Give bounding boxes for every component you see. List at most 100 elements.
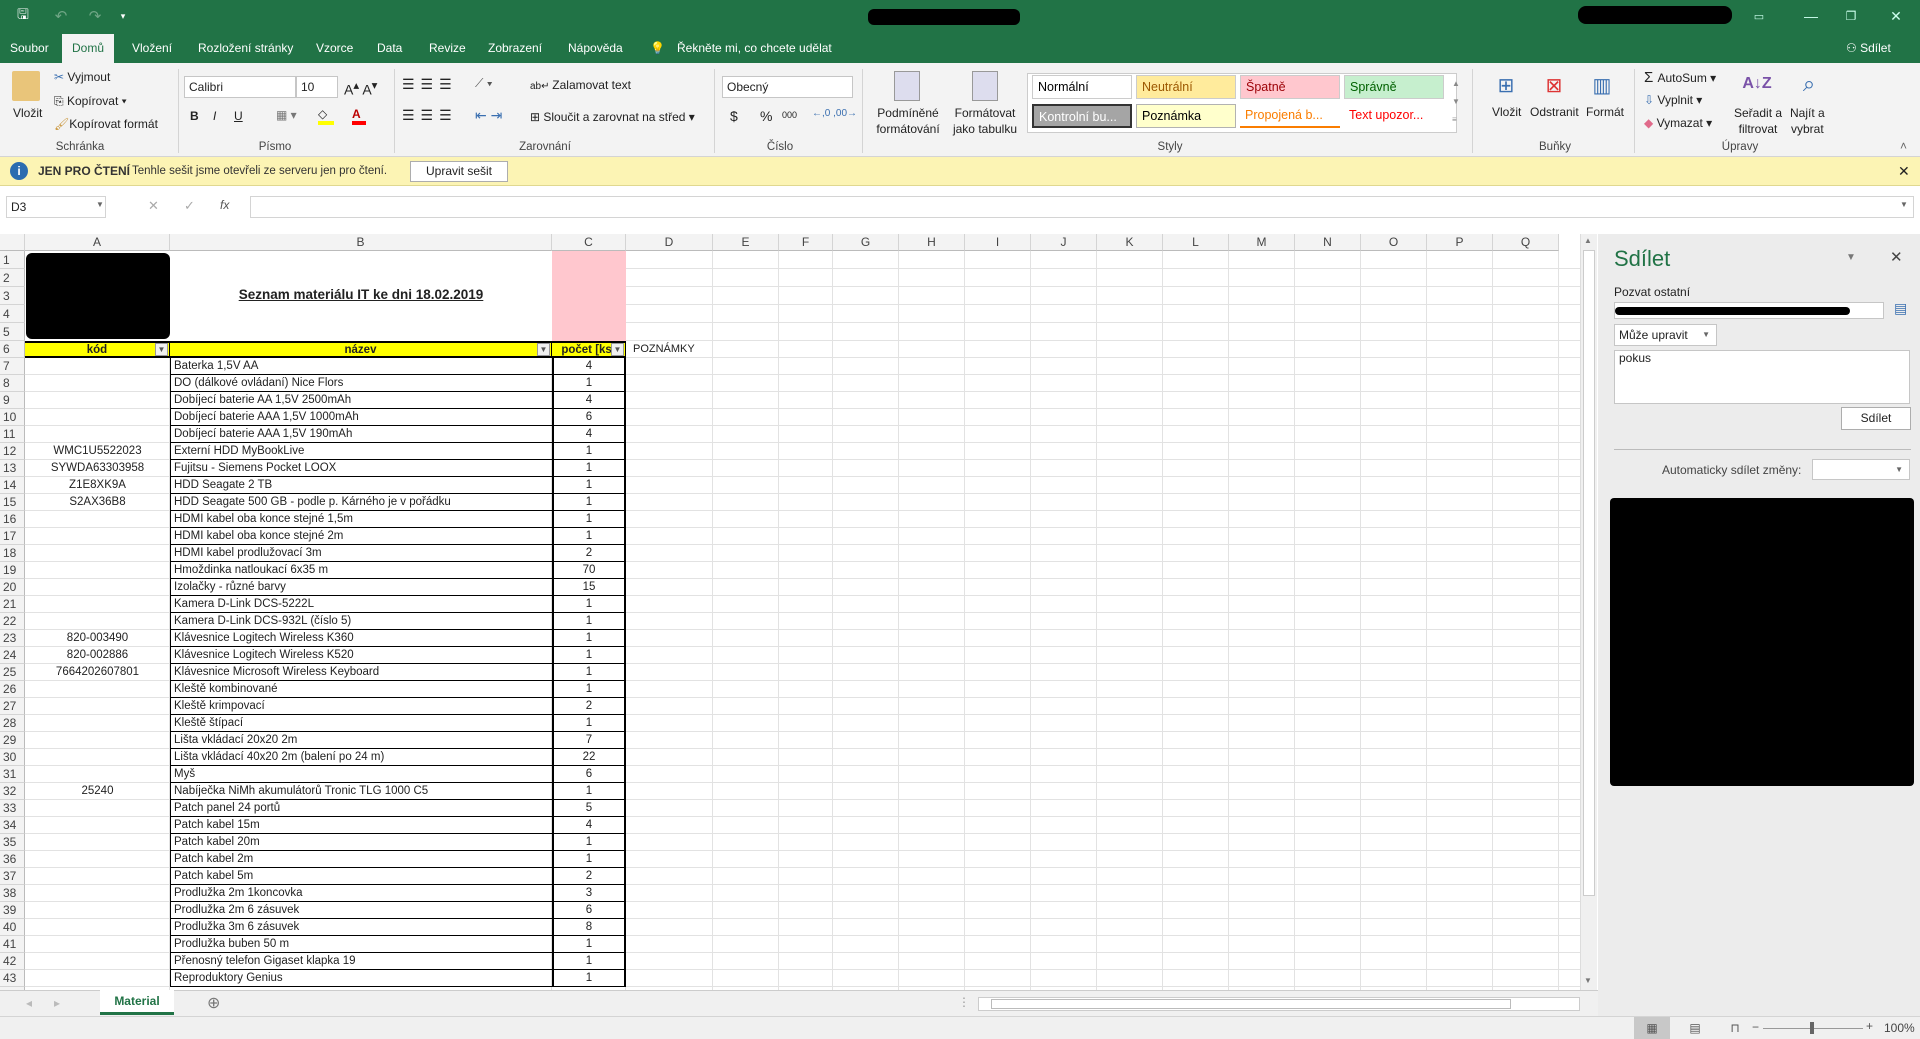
style-linked-cell[interactable]: Propojená b... <box>1240 104 1340 128</box>
zoom-in-icon[interactable]: + <box>1866 1019 1873 1033</box>
cell-name[interactable]: Patch kabel 20m <box>170 834 552 851</box>
permission-select[interactable]: Může upravit ▼ <box>1614 324 1717 346</box>
add-sheet-icon[interactable]: ⊕ <box>207 993 220 1013</box>
column-header-I[interactable]: I <box>965 234 1031 251</box>
cell-code[interactable]: 25240 <box>25 783 170 799</box>
column-header-D[interactable]: D <box>626 234 713 251</box>
share-button[interactable]: Sdílet <box>1841 407 1911 430</box>
column-header-H[interactable]: H <box>899 234 965 251</box>
cell-count[interactable]: 1 <box>552 664 626 681</box>
decimal-icons[interactable]: ←,0 ,00→ <box>812 108 857 119</box>
row-header-3[interactable]: 3 <box>0 287 25 305</box>
cell-count[interactable]: 1 <box>552 613 626 630</box>
row-header-43[interactable]: 43 <box>0 970 25 987</box>
currency-button[interactable]: $ <box>730 108 738 124</box>
cell-count[interactable]: 7 <box>552 732 626 749</box>
cell-name[interactable]: Dobíjecí baterie AA 1,5V 2500mAh <box>170 392 552 409</box>
bold-button[interactable]: B <box>190 109 199 123</box>
cell-count[interactable]: 1 <box>552 851 626 868</box>
column-header-N[interactable]: N <box>1295 234 1361 251</box>
row-header-12[interactable]: 12 <box>0 443 25 460</box>
cell-name[interactable]: Dobíjecí baterie AAA 1,5V 190mAh <box>170 426 552 443</box>
row-header-39[interactable]: 39 <box>0 902 25 919</box>
normal-view-icon[interactable]: ▦ <box>1634 1017 1670 1039</box>
row-header-29[interactable]: 29 <box>0 732 25 749</box>
cell-name[interactable]: Myš <box>170 766 552 783</box>
row-header-31[interactable]: 31 <box>0 766 25 783</box>
address-book-icon[interactable]: ▤ <box>1894 300 1907 317</box>
cell-count[interactable]: 1 <box>552 443 626 460</box>
column-header-O[interactable]: O <box>1361 234 1427 251</box>
cell-name[interactable]: Baterka 1,5V AA <box>170 358 552 375</box>
find-select-button[interactable]: Najít a vybrat <box>1790 105 1825 137</box>
cut-button[interactable]: ✂ Vyjmout <box>54 70 110 84</box>
row-header-36[interactable]: 36 <box>0 851 25 868</box>
tab-soubor[interactable]: Soubor <box>0 34 59 63</box>
row-header-42[interactable]: 42 <box>0 953 25 970</box>
row-header-17[interactable]: 17 <box>0 528 25 545</box>
cell-code[interactable]: WMC1U5522023 <box>25 443 170 459</box>
cell-name[interactable]: HDMI kabel oba konce stejné 2m <box>170 528 552 545</box>
cell-name[interactable]: Hmoždinka natloukací 6x35 m <box>170 562 552 579</box>
cell-count[interactable]: 1 <box>552 715 626 732</box>
cell-count[interactable]: 4 <box>552 817 626 834</box>
column-header-L[interactable]: L <box>1163 234 1229 251</box>
cell-count[interactable]: 4 <box>552 358 626 375</box>
row-header-9[interactable]: 9 <box>0 392 25 409</box>
share-top-button[interactable]: ⚇ Sdílet <box>1836 34 1901 63</box>
row-header-6[interactable]: 6 <box>0 341 25 358</box>
cell-name[interactable]: Lišta vkládací 40x20 2m (balení po 24 m) <box>170 749 552 766</box>
collapse-ribbon-icon[interactable]: ˄ <box>1900 139 1907 153</box>
restore-icon[interactable]: ❐ <box>1840 6 1862 26</box>
insert-function-button[interactable]: fx <box>220 198 229 212</box>
cell-name[interactable]: Reproduktory Genius <box>170 970 552 987</box>
row-header-27[interactable]: 27 <box>0 698 25 715</box>
insert-cells-button[interactable]: Vložit <box>1492 105 1521 119</box>
cell-name[interactable]: Klávesnice Logitech Wireless K360 <box>170 630 552 647</box>
tab-data[interactable]: Data <box>367 34 412 63</box>
cell-name[interactable]: HDD Seagate 500 GB - podle p. Kárného je… <box>170 494 552 511</box>
format-painter-button[interactable]: 🖌Kopírovat formát <box>54 117 158 131</box>
italic-button[interactable]: I <box>213 109 216 123</box>
format-cells-button[interactable]: Formát <box>1586 105 1624 119</box>
row-header-11[interactable]: 11 <box>0 426 25 443</box>
row-header-10[interactable]: 10 <box>0 409 25 426</box>
cell-name[interactable]: Dobíjecí baterie AAA 1,5V 1000mAh <box>170 409 552 426</box>
zoom-out-icon[interactable]: − <box>1752 1020 1759 1034</box>
name-box-dropdown-icon[interactable]: ▼ <box>96 200 104 209</box>
style-check-cell[interactable]: Kontrolní bu... <box>1032 104 1132 128</box>
cell-name[interactable]: Klávesnice Logitech Wireless K520 <box>170 647 552 664</box>
filter-dropdown-icon[interactable]: ▼ <box>155 343 168 356</box>
row-header-23[interactable]: 23 <box>0 630 25 647</box>
redo-icon[interactable]: ↷ <box>84 7 106 25</box>
autosum-button[interactable]: Σ AutoSum ▾ <box>1644 69 1716 86</box>
grow-font-icon[interactable]: A▴ A▾ <box>344 78 378 98</box>
style-bad[interactable]: Špatně <box>1240 75 1340 99</box>
merge-center-button[interactable]: ⊞ Sloučit a zarovnat na střed ▾ <box>530 110 695 124</box>
row-header-2[interactable]: 2 <box>0 269 25 287</box>
cell-count[interactable]: 1 <box>552 511 626 528</box>
formula-input[interactable] <box>250 196 1914 218</box>
cell-count[interactable]: 1 <box>552 783 626 800</box>
pane-options-icon[interactable]: ▼ <box>1846 252 1856 263</box>
row-header-16[interactable]: 16 <box>0 511 25 528</box>
cell-name[interactable]: Kleště krimpovací <box>170 698 552 715</box>
close-window-icon[interactable]: ✕ <box>1885 6 1907 26</box>
row-header-7[interactable]: 7 <box>0 358 25 375</box>
cell-name[interactable]: Kamera D-Link DCS-932L (číslo 5) <box>170 613 552 630</box>
minimize-icon[interactable]: — <box>1800 6 1822 26</box>
copy-button[interactable]: ⎘ Kopírovat ▾ <box>54 94 127 109</box>
row-header-24[interactable]: 24 <box>0 647 25 664</box>
row-header-30[interactable]: 30 <box>0 749 25 766</box>
row-header-5[interactable]: 5 <box>0 323 25 341</box>
cell-count[interactable]: 1 <box>552 647 626 664</box>
style-good[interactable]: Správně <box>1344 75 1444 99</box>
cell-name[interactable]: Lišta vkládací 20x20 2m <box>170 732 552 749</box>
scroll-down-icon[interactable]: ▼ <box>1584 976 1592 985</box>
column-header-K[interactable]: K <box>1097 234 1163 251</box>
clear-button[interactable]: ◆ Vymazat ▾ <box>1644 116 1712 130</box>
column-header-C[interactable]: C <box>552 234 626 251</box>
row-header-21[interactable]: 21 <box>0 596 25 613</box>
tab-zobrazeni[interactable]: Zobrazení <box>478 34 552 63</box>
wrap-text-button[interactable]: ab↵ Zalamovat text <box>530 78 631 92</box>
